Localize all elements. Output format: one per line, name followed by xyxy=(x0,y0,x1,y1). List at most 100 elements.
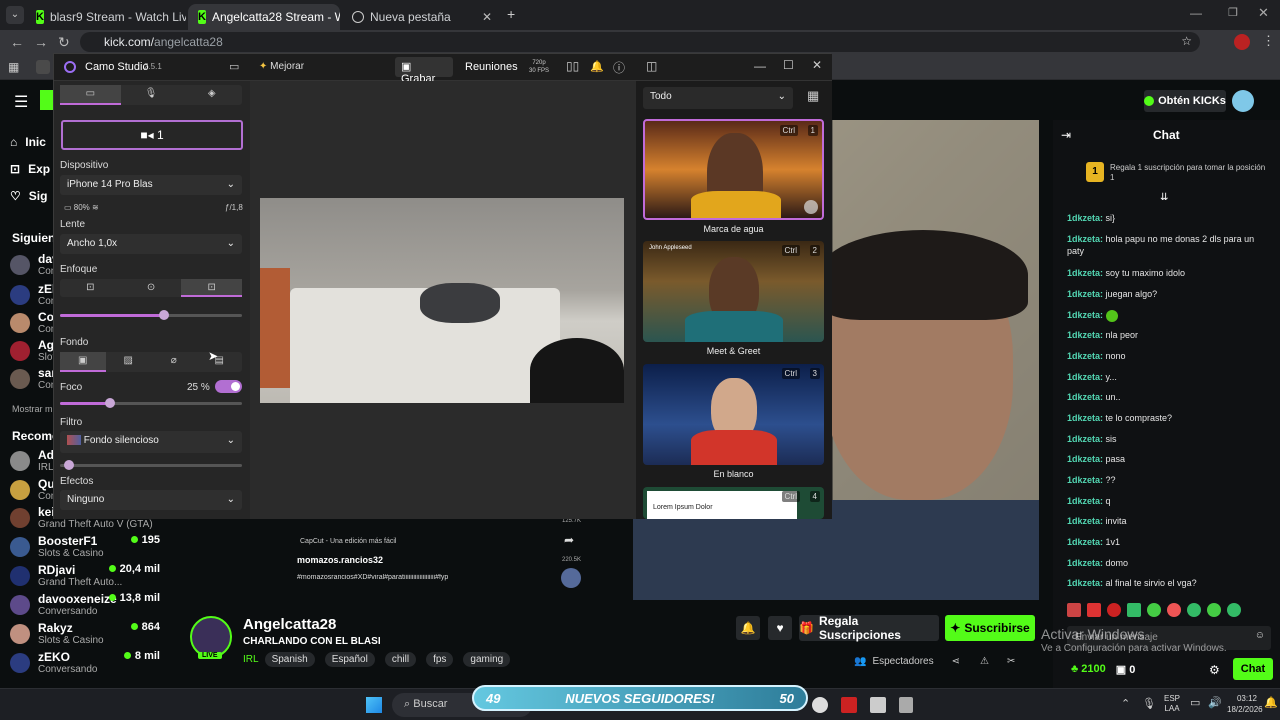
sidebar-toggle-icon[interactable]: ▭ xyxy=(229,60,239,73)
obs-icon[interactable] xyxy=(812,697,828,713)
channel-item[interactable]: zEKO Conversando 8 mil xyxy=(10,650,160,675)
windows-start-icon[interactable] xyxy=(366,697,382,713)
video-tab-icon[interactable]: ▭ xyxy=(60,85,121,105)
tag[interactable]: Spanish xyxy=(264,652,315,667)
scene-card[interactable]: John Appleseed Ctrl 2 xyxy=(643,241,824,342)
follow-heart-button[interactable]: ♥ xyxy=(768,616,792,640)
channel-item[interactable]: Adr IRL xyxy=(10,448,59,473)
reload-icon[interactable]: ↻ xyxy=(58,34,70,51)
scene-card[interactable]: Lorem Ipsum Dolor Ctrl 4 xyxy=(643,487,824,519)
focus-face-icon[interactable]: ⊙ xyxy=(121,279,182,297)
channel-item[interactable]: BoosterF1 Slots & Casino 195 xyxy=(10,534,160,559)
tag[interactable]: fps xyxy=(426,652,454,667)
notifications-icon[interactable]: 🔔 xyxy=(1264,696,1278,709)
channel-item[interactable]: Qui Con xyxy=(10,477,58,502)
emote-icon[interactable] xyxy=(1087,603,1101,617)
bg-replace-icon[interactable]: ▤ xyxy=(197,352,243,372)
browser-tab-active[interactable]: K Angelcatta28 Stream - Watch L ✕ xyxy=(188,4,340,30)
back-icon[interactable]: ← xyxy=(10,34,24,50)
channel-item[interactable]: zEk Con xyxy=(10,282,59,307)
app-icon[interactable] xyxy=(841,697,857,713)
filter-select[interactable]: Fondo silencioso ⌄ xyxy=(60,431,242,453)
show-more-link[interactable]: Mostrar m xyxy=(12,404,53,414)
chat-settings-icon[interactable]: ⚙ xyxy=(1209,663,1220,677)
apps-grid-icon[interactable]: ▦ xyxy=(8,60,19,74)
panel-toggle-icon[interactable]: ◫ xyxy=(646,59,657,73)
effects-select[interactable]: Ninguno ⌄ xyxy=(60,490,242,510)
volume-icon[interactable]: 🔊 xyxy=(1208,696,1222,709)
tray-chevron-icon[interactable]: ⌃ xyxy=(1121,697,1130,710)
minimize-icon[interactable]: — xyxy=(754,59,766,73)
emote-icon[interactable] xyxy=(1187,603,1201,617)
emote-icon[interactable] xyxy=(1067,603,1081,617)
url-input[interactable]: kick.com/angelcatta28 ☆ xyxy=(80,32,1200,52)
resolution-badge[interactable]: 720p 30 FPS xyxy=(529,59,549,75)
device-select[interactable]: iPhone 14 Pro Blas ⌄ xyxy=(60,175,242,195)
tag[interactable]: Español xyxy=(324,652,375,667)
upgrade-button[interactable]: ✦ Mejorar xyxy=(259,61,304,72)
hamburger-menu-icon[interactable]: ☰ xyxy=(14,92,28,112)
forward-icon[interactable]: → xyxy=(34,34,48,50)
nav-following[interactable]: ♡ Sig xyxy=(10,189,47,203)
focus-slider[interactable] xyxy=(60,310,242,320)
subscribe-button[interactable]: ✦ Suscribirse xyxy=(945,615,1035,641)
layout-icon[interactable]: ▯▯ xyxy=(566,59,579,73)
report-icon[interactable]: ⚠ xyxy=(980,656,989,667)
clip-icon[interactable]: ✂ xyxy=(1007,656,1015,667)
bell-icon[interactable]: 🔔 xyxy=(590,60,604,73)
bg-remove-icon[interactable]: ⌀ xyxy=(151,352,197,372)
network-icon[interactable]: ▭ xyxy=(1190,696,1200,709)
chat-send-button[interactable]: Chat xyxy=(1233,658,1273,680)
help-icon[interactable]: ⓘ xyxy=(613,59,625,76)
browser-tab[interactable]: Nueva pestaña ✕ xyxy=(342,4,502,30)
new-tab-icon[interactable]: + xyxy=(507,6,515,22)
calculator-icon[interactable] xyxy=(899,697,913,713)
audio-tab-icon[interactable]: 🎙 xyxy=(121,85,182,105)
blur-slider[interactable] xyxy=(60,398,242,408)
emote-icon[interactable] xyxy=(1127,603,1141,617)
mic-icon[interactable]: 🎙 xyxy=(1142,697,1156,710)
maximize-icon[interactable]: ☐ xyxy=(783,58,794,72)
blur-toggle[interactable] xyxy=(215,380,242,393)
profile-avatar[interactable] xyxy=(1234,34,1250,50)
browser-tab[interactable]: K blasr9 Stream - Watch Live on K ✕ xyxy=(26,4,186,30)
filter-slider[interactable] xyxy=(60,460,242,470)
gift-subs-button[interactable]: 🎁 Regala Suscripciones xyxy=(799,614,939,642)
bg-none-icon[interactable]: ▣ xyxy=(60,352,106,372)
meetings-button[interactable]: Reuniones xyxy=(465,61,518,73)
menu-icon[interactable]: ⋮ xyxy=(1262,33,1275,49)
close-window-icon[interactable]: ✕ xyxy=(1258,5,1269,21)
nav-explore[interactable]: ⊡ Exp xyxy=(10,162,50,176)
share-icon[interactable]: ⋖ xyxy=(952,656,960,667)
channel-item[interactable]: dav Con xyxy=(10,252,59,277)
emote-icon[interactable] xyxy=(1167,603,1181,617)
bg-blur-icon[interactable]: ▨ xyxy=(106,352,152,372)
bookmark-favicon-icon[interactable] xyxy=(36,60,50,74)
nav-home[interactable]: ⌂ Inic xyxy=(10,135,46,149)
focus-slider-knob[interactable] xyxy=(159,310,169,320)
scene-card[interactable]: Ctrl 3 xyxy=(643,364,824,465)
minimize-window-icon[interactable]: — xyxy=(1190,6,1202,20)
channel-item[interactable]: san Con xyxy=(10,366,59,391)
focus-auto-icon[interactable]: ⊡ xyxy=(60,279,121,297)
scene-filter-select[interactable]: Todo ⌄ xyxy=(643,87,793,109)
maximize-window-icon[interactable]: ❐ xyxy=(1228,6,1238,19)
bookmark-star-icon[interactable]: ☆ xyxy=(1181,34,1192,48)
collapse-chat-icon[interactable]: ⇥ xyxy=(1061,128,1071,142)
channel-item[interactable]: RDjavi Grand Theft Auto... 20,4 mil xyxy=(10,563,160,588)
clock[interactable]: 03:12 18/2/2026 xyxy=(1227,693,1263,715)
focus-manual-icon[interactable]: ⊡ xyxy=(181,279,243,297)
notification-bell-button[interactable]: 🔔 xyxy=(736,616,760,640)
pinned-toggle-icon[interactable]: ⇊ xyxy=(1160,192,1168,203)
obtain-kicks-button[interactable]: Obtén KICKs xyxy=(1144,90,1226,112)
layers-tab-icon[interactable]: ◈ xyxy=(181,85,242,105)
emote-icon[interactable] xyxy=(1227,603,1241,617)
emote-icon[interactable] xyxy=(1147,603,1161,617)
language-indicator[interactable]: ESP LAA xyxy=(1164,694,1180,714)
points-display[interactable]: ♣ 2100 ▣ 0 xyxy=(1071,663,1135,676)
source-selector[interactable]: ■◂ 1 xyxy=(61,120,243,150)
channel-item[interactable]: Rakyz Slots & Casino 864 xyxy=(10,621,160,646)
emote-icon[interactable] xyxy=(1107,603,1121,617)
close-icon[interactable]: ✕ xyxy=(812,58,822,72)
emoji-icon[interactable]: ☺ xyxy=(1255,630,1265,641)
